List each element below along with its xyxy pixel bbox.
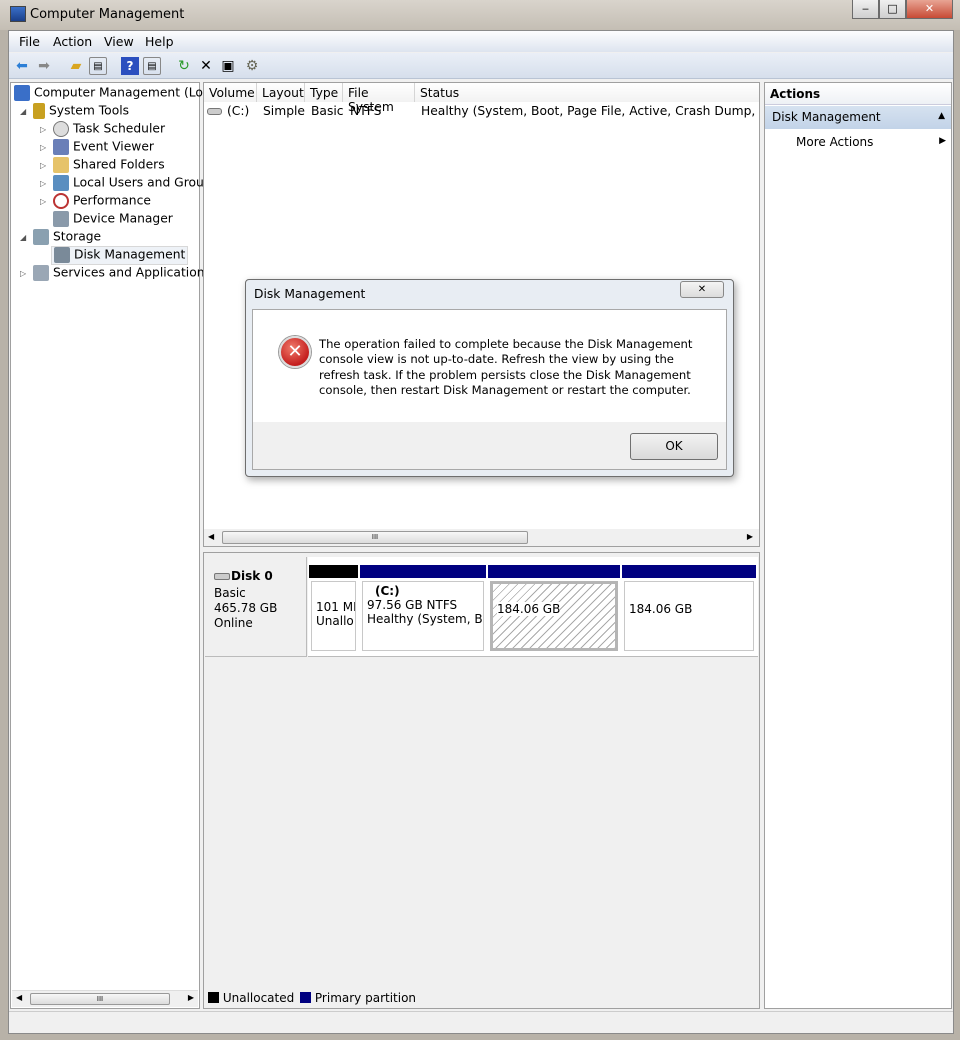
column-header-type[interactable]: Type <box>305 83 343 102</box>
legend-swatch-unallocated <box>208 992 219 1003</box>
menu-action[interactable]: Action <box>53 34 92 49</box>
dialog-message: The operation failed to complete because… <box>319 337 693 397</box>
tree-item-local-users-groups[interactable]: Local Users and Groups <box>53 175 218 191</box>
menu-file[interactable]: File <box>19 34 40 49</box>
expand-arrow-icon[interactable]: ◢ <box>20 107 26 116</box>
scroll-right-icon[interactable]: ▶ <box>188 993 194 1002</box>
tree-item-storage[interactable]: Storage <box>33 229 101 245</box>
delete-icon[interactable]: ✕ <box>197 57 215 75</box>
minimize-button[interactable]: ‒ <box>852 0 879 19</box>
tree-item-event-viewer[interactable]: Event Viewer <box>53 139 154 155</box>
error-icon: ✕ <box>279 336 311 368</box>
collapse-icon[interactable]: ▲ <box>938 111 945 121</box>
ok-button[interactable]: OK <box>630 433 718 460</box>
error-dialog: Disk Management ✕ ✕ The operation failed… <box>245 279 734 477</box>
disk-0-info[interactable]: Disk 0 Basic 465.78 GB Online <box>205 557 307 657</box>
column-header-layout[interactable]: Layout <box>257 83 305 102</box>
disk-type: Basic <box>214 586 246 600</box>
expand-arrow-icon[interactable]: ◢ <box>20 233 26 242</box>
maximize-button[interactable]: □ <box>879 0 906 19</box>
storage-icon <box>33 229 49 245</box>
status-bar <box>9 1011 953 1033</box>
column-header-volume[interactable]: Volume <box>204 83 257 102</box>
up-folder-icon[interactable]: ▰ <box>67 57 85 75</box>
expand-arrow-icon[interactable]: ▷ <box>40 197 46 206</box>
users-icon <box>53 175 69 191</box>
disk-name: Disk 0 <box>214 569 273 583</box>
tree-item-task-scheduler[interactable]: Task Scheduler <box>53 121 165 137</box>
event-viewer-icon <box>53 139 69 155</box>
partition-selected[interactable]: 184.06 GB <box>488 565 620 653</box>
window-title: Computer Management <box>30 7 185 22</box>
actions-header: Actions <box>765 83 951 105</box>
disk-status: Online <box>214 616 253 630</box>
tree-item-device-manager[interactable]: Device Manager <box>53 211 173 227</box>
expand-arrow-icon[interactable]: ▷ <box>40 161 46 170</box>
expand-arrow-icon[interactable]: ▷ <box>40 125 46 134</box>
submenu-arrow-icon: ▶ <box>939 136 946 146</box>
console-tree: Computer Management (Local ◢ System Tool… <box>10 82 221 1009</box>
expand-arrow-icon[interactable]: ▷ <box>20 269 26 278</box>
refresh-icon[interactable]: ↻ <box>175 57 193 75</box>
show-hide-console-tree-icon[interactable]: ▤ <box>89 57 107 75</box>
show-hide-action-pane-icon[interactable]: ▤ <box>143 57 161 75</box>
dialog-title: Disk Management <box>254 287 366 301</box>
properties-icon[interactable]: ▣ <box>219 57 237 75</box>
menu-help[interactable]: Help <box>145 34 174 49</box>
settings-icon[interactable]: ⚙ <box>243 57 261 75</box>
disk-size: 465.78 GB <box>214 601 278 615</box>
dialog-close-button[interactable]: ✕ <box>680 281 724 298</box>
tree-item-disk-management[interactable]: Disk Management <box>51 246 189 265</box>
drive-icon <box>207 108 222 115</box>
partition-strip: 101 MBUnallo (C:)97.56 GB NTFSHealthy (S… <box>308 557 758 657</box>
close-button[interactable]: ✕ <box>906 0 953 19</box>
action-more-actions[interactable]: More Actions ▶ <box>796 135 946 149</box>
expand-arrow-icon[interactable]: ▷ <box>40 179 46 188</box>
computer-icon <box>14 85 30 101</box>
tree-item-system-tools[interactable]: System Tools <box>33 103 129 119</box>
column-header-file-system[interactable]: File System <box>343 83 415 114</box>
computer-management-icon <box>10 6 26 22</box>
legend-unallocated: Unallocated <box>222 991 295 1005</box>
actions-section-disk-management[interactable]: Disk Management ▲ <box>765 106 951 129</box>
tree-item-shared-folders[interactable]: Shared Folders <box>53 157 165 173</box>
partition-c[interactable]: (C:) 97.56 GB NTFS Healthy (System, Boc <box>360 565 486 653</box>
help-icon[interactable]: ? <box>121 57 139 75</box>
list-horizontal-scrollbar[interactable]: ◀ III ▶ <box>204 529 759 546</box>
forward-icon[interactable]: ➡ <box>35 57 53 75</box>
actions-pane: Actions Disk Management ▲ More Actions ▶ <box>764 82 952 1009</box>
tree-horizontal-scrollbar[interactable]: ◀ III ▶ <box>12 990 198 1007</box>
legend: Unallocated Primary partition <box>208 991 416 1005</box>
clock-icon <box>53 121 69 137</box>
services-icon <box>33 265 49 281</box>
scroll-right-icon[interactable]: ▶ <box>747 532 753 541</box>
partition-4[interactable]: 184.06 GB <box>622 565 756 653</box>
back-icon[interactable]: ⬅ <box>13 57 31 75</box>
tree-root[interactable]: Computer Management (Local <box>14 85 221 101</box>
disk-icon <box>214 573 230 580</box>
dialog-body: ✕ The operation failed to complete becau… <box>252 309 727 470</box>
partition-unallocated[interactable]: 101 MBUnallo <box>309 565 358 653</box>
column-header-status[interactable]: Status <box>415 83 759 102</box>
device-manager-icon <box>53 211 69 227</box>
tree-item-services-applications[interactable]: Services and Applications <box>33 265 211 281</box>
toolbar: ⬅ ➡ ▰ ▤ ? ▤ ↻ ✕ ▣ ⚙ <box>9 53 953 79</box>
legend-primary: Primary partition <box>314 991 417 1005</box>
tools-icon <box>33 103 45 119</box>
legend-swatch-primary <box>300 992 312 1003</box>
scroll-thumb[interactable]: III <box>222 531 528 544</box>
scroll-left-icon[interactable]: ◀ <box>16 993 22 1002</box>
tree-item-performance[interactable]: Performance <box>53 193 151 209</box>
performance-icon <box>53 193 69 209</box>
disk-map: Disk 0 Basic 465.78 GB Online 101 MBUnal… <box>203 552 760 1009</box>
expand-arrow-icon[interactable]: ▷ <box>40 143 46 152</box>
scroll-thumb[interactable]: III <box>30 993 170 1005</box>
scroll-left-icon[interactable]: ◀ <box>208 532 214 541</box>
disk-management-icon <box>54 247 70 263</box>
menu-view[interactable]: View <box>104 34 134 49</box>
shared-folder-icon <box>53 157 69 173</box>
menu-bar: File Action View Help <box>9 31 953 52</box>
